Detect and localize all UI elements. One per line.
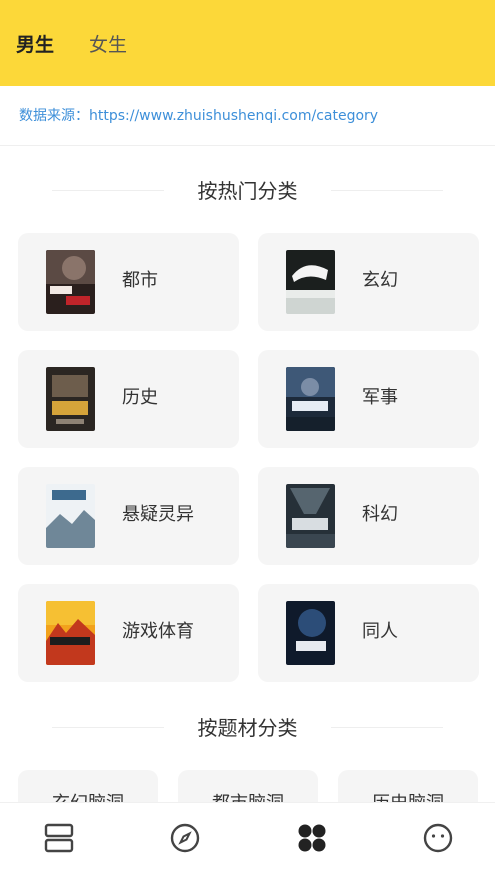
profile-icon xyxy=(423,823,453,853)
category-name: 科幻 xyxy=(362,504,398,525)
category-card-kehuan[interactable]: 科幻 xyxy=(258,467,479,565)
tab-male[interactable]: 男生 xyxy=(16,33,54,57)
theme-chip-lishi-naodong[interactable]: 历史脑洞 xyxy=(338,770,478,802)
section-theme-title: 按题材分类 xyxy=(0,707,495,747)
book-cover-image xyxy=(286,367,335,431)
book-cover-image xyxy=(46,484,95,548)
category-name: 都市 xyxy=(122,270,158,291)
book-cover-image xyxy=(286,250,335,314)
category-name: 玄幻 xyxy=(362,270,398,291)
book-cover-image xyxy=(46,367,95,431)
section-hot-title: 按热门分类 xyxy=(0,170,495,210)
theme-chip-label: 玄幻脑洞 xyxy=(18,792,158,802)
book-cover-image xyxy=(286,601,335,665)
category-card-xuanyi[interactable]: 悬疑灵异 xyxy=(18,467,239,565)
divider xyxy=(331,727,443,728)
category-name: 历史 xyxy=(122,387,158,408)
section-hot-label: 按热门分类 xyxy=(197,179,298,203)
category-card-xuanhuan[interactable]: 玄幻 xyxy=(258,233,479,331)
data-source-label: 数据来源： xyxy=(19,108,89,124)
theme-chip-label: 历史脑洞 xyxy=(338,792,478,802)
category-icon xyxy=(298,824,326,852)
category-card-junshi[interactable]: 军事 xyxy=(258,350,479,448)
category-card-tongren[interactable]: 同人 xyxy=(258,584,479,682)
nav-profile[interactable] xyxy=(421,821,455,855)
data-source-line: 数据来源：https://www.zhuishushenqi.com/categ… xyxy=(0,86,495,146)
nav-bookshelf[interactable] xyxy=(42,821,76,855)
tab-female[interactable]: 女生 xyxy=(89,33,127,57)
book-cover-image xyxy=(286,484,335,548)
bottom-nav-bar xyxy=(0,802,495,870)
book-cover-image xyxy=(46,601,95,665)
section-theme-label: 按题材分类 xyxy=(197,716,298,740)
category-name: 同人 xyxy=(362,621,398,642)
category-card-dushi[interactable]: 都市 xyxy=(18,233,239,331)
divider xyxy=(331,190,443,191)
category-scroll-area[interactable]: 按热门分类 都市 玄幻 历史 军事 悬疑灵异 科幻 游戏体育 同人 按题材分类 xyxy=(0,146,495,802)
theme-chip-dushi-naodong[interactable]: 都市脑洞 xyxy=(178,770,318,802)
book-cover-image xyxy=(46,250,95,314)
category-name: 悬疑灵异 xyxy=(122,504,194,525)
category-name: 军事 xyxy=(362,387,398,408)
compass-icon xyxy=(170,823,200,853)
theme-chip-xuanhuan-naodong[interactable]: 玄幻脑洞 xyxy=(18,770,158,802)
category-name: 游戏体育 xyxy=(122,621,194,642)
theme-chip-label: 都市脑洞 xyxy=(178,792,318,802)
category-card-lishi[interactable]: 历史 xyxy=(18,350,239,448)
data-source-link[interactable]: https://www.zhuishushenqi.com/category xyxy=(89,108,378,124)
category-card-youxi[interactable]: 游戏体育 xyxy=(18,584,239,682)
nav-category[interactable] xyxy=(295,821,329,855)
nav-discover[interactable] xyxy=(168,821,202,855)
top-bar: 男生 女生 xyxy=(0,0,495,86)
bookshelf-icon xyxy=(44,823,74,853)
